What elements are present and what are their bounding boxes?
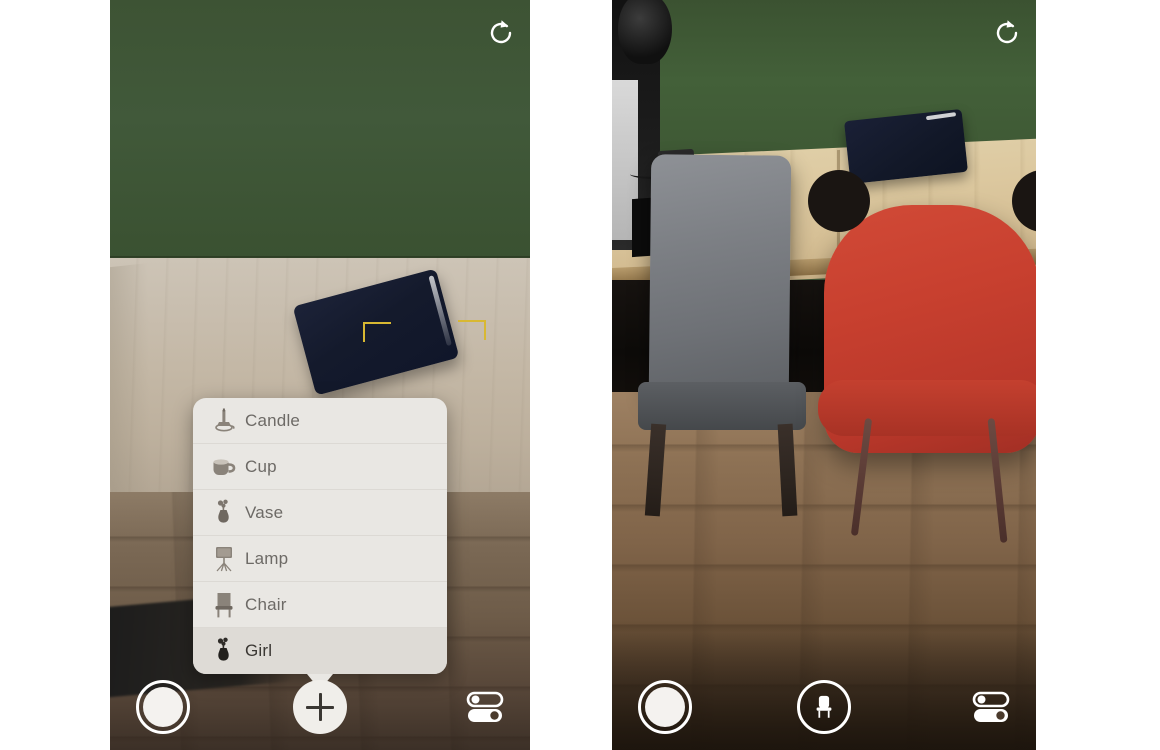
navy-tablet-right: [844, 109, 968, 184]
sliders-toggle-icon: [466, 691, 504, 722]
screenshot-root: Candle Cup Vase Lamp Chair Girl: [0, 0, 1160, 750]
menu-item-label: Candle: [245, 410, 301, 430]
menu-item-label: Vase: [245, 502, 284, 522]
candle-icon: [207, 406, 241, 436]
grey-chair-back: [648, 154, 792, 396]
menu-item-candle[interactable]: Candle: [193, 398, 447, 444]
menu-item-label: Lamp: [245, 548, 289, 568]
settings-button[interactable]: [462, 684, 508, 730]
shutter-button[interactable]: [136, 680, 190, 734]
right-phone-panel: [612, 0, 1036, 750]
red-chair-seat: [818, 380, 1036, 436]
menu-item-cup[interactable]: Cup: [193, 444, 447, 490]
menu-item-lamp[interactable]: Lamp: [193, 536, 447, 582]
ar-bracket-top-left: [363, 322, 391, 342]
lamp-icon: [207, 544, 241, 574]
settings-button[interactable]: [968, 684, 1014, 730]
shutter-inner: [143, 687, 183, 727]
vase-icon: [207, 636, 241, 666]
green-wall-left: [110, 0, 530, 262]
menu-item-vase[interactable]: Vase: [193, 490, 447, 536]
plus-icon: [306, 693, 334, 721]
cup-icon: [207, 452, 241, 482]
menu-item-chair[interactable]: Chair: [193, 582, 447, 628]
place-chair-button[interactable]: [797, 680, 851, 734]
menu-item-label: Cup: [245, 456, 277, 476]
chair-icon: [207, 590, 241, 620]
right-toolbar: [612, 664, 1036, 750]
chair-icon: [816, 695, 832, 718]
object-menu[interactable]: Candle Cup Vase Lamp Chair Girl: [193, 398, 447, 674]
grey-chair-seat: [638, 382, 806, 430]
vase-icon: [207, 498, 241, 528]
sliders-toggle-icon: [972, 691, 1010, 722]
refresh-icon[interactable]: [990, 16, 1024, 50]
left-phone-panel: Candle Cup Vase Lamp Chair Girl: [110, 0, 530, 750]
tablet-edge-highlight: [925, 112, 957, 121]
shutter-inner: [645, 687, 685, 727]
menu-item-label: Chair: [245, 594, 287, 614]
shutter-button[interactable]: [638, 680, 692, 734]
red-chair-notch: [808, 170, 870, 232]
ar-bracket-top-right: [458, 320, 486, 340]
left-toolbar: [110, 664, 530, 750]
refresh-icon[interactable]: [484, 16, 518, 50]
add-object-button[interactable]: [293, 680, 347, 734]
menu-item-label: Girl: [245, 641, 273, 660]
headset: [618, 0, 672, 64]
